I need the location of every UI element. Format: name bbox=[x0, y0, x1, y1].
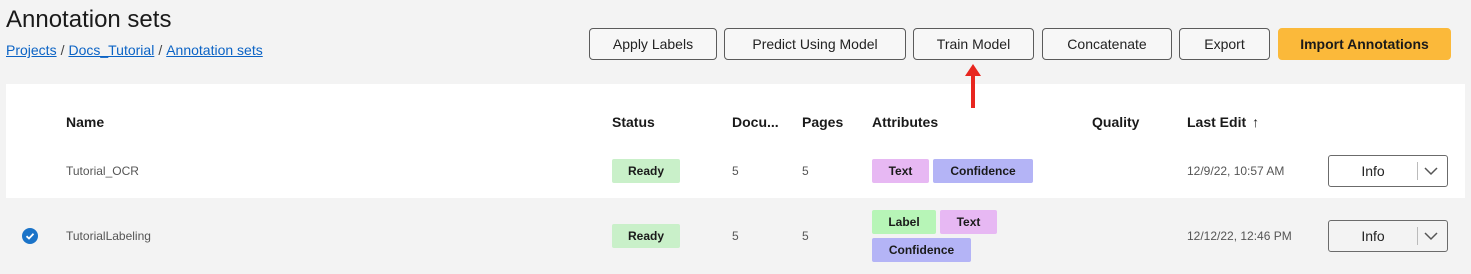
column-header-attributes[interactable]: Attributes bbox=[872, 114, 938, 130]
breadcrumb-projects[interactable]: Projects bbox=[6, 42, 57, 58]
red-up-arrow-icon bbox=[965, 64, 981, 108]
info-button[interactable]: Info bbox=[1329, 221, 1417, 251]
column-header-last-edit[interactable]: Last Edit ↑ bbox=[1187, 114, 1259, 130]
table-row[interactable]: TutorialLabeling Ready 5 5 Label Text Co… bbox=[6, 198, 1465, 274]
import-annotations-button[interactable]: Import Annotations bbox=[1278, 28, 1451, 60]
column-header-name[interactable]: Name bbox=[66, 114, 104, 130]
row-documents: 5 bbox=[732, 229, 739, 243]
annotation-sets-table: Name Status Docu... Pages Attributes Qua… bbox=[6, 84, 1465, 274]
breadcrumb-separator: / bbox=[60, 42, 65, 58]
row-pages: 5 bbox=[802, 164, 809, 178]
row-last-edit: 12/12/22, 12:46 PM bbox=[1187, 229, 1292, 243]
train-model-button[interactable]: Train Model bbox=[913, 28, 1034, 60]
predict-using-model-button[interactable]: Predict Using Model bbox=[724, 28, 906, 60]
info-button[interactable]: Info bbox=[1329, 156, 1417, 186]
info-split-button[interactable]: Info bbox=[1328, 220, 1448, 252]
attribute-tag-text: Text bbox=[940, 210, 997, 234]
table-header: Name Status Docu... Pages Attributes Qua… bbox=[6, 84, 1465, 145]
row-name[interactable]: TutorialLabeling bbox=[66, 229, 151, 243]
export-button[interactable]: Export bbox=[1179, 28, 1270, 60]
column-header-documents[interactable]: Docu... bbox=[732, 114, 779, 130]
checked-circle-icon[interactable] bbox=[22, 228, 38, 244]
row-documents: 5 bbox=[732, 164, 739, 178]
breadcrumb-docs-tutorial[interactable]: Docs_Tutorial bbox=[68, 42, 154, 58]
column-header-status[interactable]: Status bbox=[612, 114, 655, 130]
sort-ascending-icon[interactable]: ↑ bbox=[1252, 114, 1259, 130]
page-title: Annotation sets bbox=[6, 6, 172, 33]
info-split-button[interactable]: Info bbox=[1328, 155, 1448, 187]
attribute-tag-confidence: Confidence bbox=[933, 159, 1033, 183]
attribute-tag-label: Label bbox=[872, 210, 936, 234]
breadcrumb-annotation-sets[interactable]: Annotation sets bbox=[166, 42, 263, 58]
column-header-quality[interactable]: Quality bbox=[1092, 114, 1139, 130]
breadcrumb: Projects / Docs_Tutorial / Annotation sets bbox=[6, 42, 263, 58]
status-badge: Ready bbox=[612, 159, 680, 183]
last-edit-label: Last Edit bbox=[1187, 114, 1247, 130]
apply-labels-button[interactable]: Apply Labels bbox=[589, 28, 717, 60]
column-header-pages[interactable]: Pages bbox=[802, 114, 843, 130]
table-row[interactable]: Tutorial_OCR Ready 5 5 Text Confidence 1… bbox=[6, 144, 1465, 198]
attribute-tag-confidence: Confidence bbox=[872, 238, 971, 262]
attribute-tag-text: Text bbox=[872, 159, 929, 183]
row-pages: 5 bbox=[802, 229, 809, 243]
status-badge: Ready bbox=[612, 224, 680, 248]
breadcrumb-separator: / bbox=[158, 42, 163, 58]
concatenate-button[interactable]: Concatenate bbox=[1042, 28, 1172, 60]
split-divider bbox=[1417, 162, 1418, 180]
chevron-down-icon[interactable] bbox=[1421, 162, 1441, 180]
row-last-edit: 12/9/22, 10:57 AM bbox=[1187, 164, 1285, 178]
chevron-down-icon[interactable] bbox=[1421, 227, 1441, 245]
split-divider bbox=[1417, 227, 1418, 245]
row-name[interactable]: Tutorial_OCR bbox=[66, 164, 139, 178]
